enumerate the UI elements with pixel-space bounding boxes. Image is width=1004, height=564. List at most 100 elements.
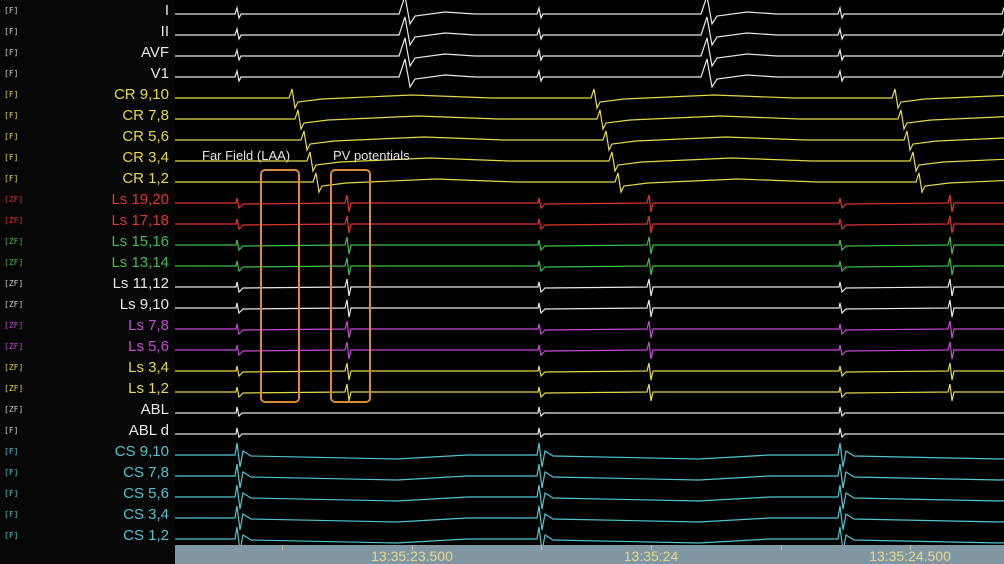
channel-row[interactable]: [F] CS 1,2	[0, 526, 175, 548]
far-field-annotation-box	[260, 169, 300, 403]
channel-filter-tag: [ZF]	[4, 300, 24, 309]
signal-trace	[175, 109, 1004, 131]
channel-row[interactable]: [ZF] Ls 17,18	[0, 211, 175, 233]
channel-filter-tag: [F]	[4, 174, 19, 183]
channel-row[interactable]: [F] I	[0, 1, 175, 23]
signal-trace	[175, 37, 1004, 68]
time-label-2: 13:35:24	[623, 548, 679, 564]
channel-filter-tag: [F]	[4, 111, 19, 120]
channel-filter-tag: [ZF]	[4, 279, 24, 288]
channel-label: AVF	[140, 44, 169, 61]
channel-label: Ls 15,16	[111, 233, 169, 250]
signal-trace	[175, 505, 1004, 531]
channel-row[interactable]: [ZF] Ls 1,2	[0, 379, 175, 401]
channel-row[interactable]: [F] CR 1,2	[0, 169, 175, 191]
signal-trace	[175, 484, 1004, 510]
channel-row[interactable]: [ZF] Ls 15,16	[0, 232, 175, 254]
channel-label: Ls 13,14	[111, 254, 169, 271]
channel-label: CS 9,10	[114, 443, 169, 460]
channel-label: I	[164, 2, 169, 19]
channel-row[interactable]: [F] CS 7,8	[0, 463, 175, 485]
channel-filter-tag: [ZF]	[4, 321, 24, 330]
far-field-annotation-label: Far Field (LAA)	[202, 148, 291, 163]
channel-label: Ls 11,12	[112, 275, 169, 292]
channel-row[interactable]: [F] AVF	[0, 43, 175, 65]
channel-label: CR 3,4	[122, 149, 169, 166]
pv-potentials-annotation-label: PV potentials	[333, 148, 410, 163]
channel-filter-tag: [F]	[4, 489, 19, 498]
channel-label: Ls 7,8	[128, 317, 169, 334]
channel-label: Ls 17,18	[111, 212, 169, 229]
signal-trace	[175, 427, 1004, 439]
channel-label: CS 7,8	[123, 464, 169, 481]
signal-trace	[175, 442, 1004, 468]
channel-row[interactable]: [ZF] ABL	[0, 400, 175, 422]
channel-filter-tag: [ZF]	[4, 237, 24, 246]
channel-filter-tag: [ZF]	[4, 342, 24, 351]
signal-plot-svg	[175, 0, 1004, 545]
signal-trace	[175, 16, 1004, 47]
channel-row[interactable]: [ZF] Ls 3,4	[0, 358, 175, 380]
channel-filter-tag: [F]	[4, 447, 19, 456]
channel-filter-tag: [F]	[4, 132, 19, 141]
time-tick	[282, 545, 283, 550]
signal-trace	[175, 151, 1004, 173]
channel-row[interactable]: [F] CS 5,6	[0, 484, 175, 506]
time-tick	[412, 545, 413, 550]
channel-label: Ls 1,2	[128, 380, 169, 397]
channel-filter-tag: [ZF]	[4, 216, 24, 225]
signal-trace	[175, 463, 1004, 489]
time-tick	[781, 545, 782, 550]
time-label-3: 13:35:24.500	[869, 548, 951, 564]
signal-trace	[175, 130, 1004, 152]
time-tick	[541, 545, 542, 550]
signal-plot-area[interactable]: Far Field (LAA) PV potentials	[175, 0, 1004, 545]
time-tick	[651, 545, 652, 550]
channel-row[interactable]: [ZF] Ls 11,12	[0, 274, 175, 296]
signal-trace	[175, 58, 1004, 89]
channel-label: Ls 9,10	[119, 296, 169, 313]
channel-row[interactable]: [F] CR 5,6	[0, 127, 175, 149]
channel-filter-tag: [F]	[4, 426, 19, 435]
channel-filter-tag: [F]	[4, 531, 19, 540]
channel-filter-tag: [F]	[4, 468, 19, 477]
channel-label: CR 5,6	[122, 128, 169, 145]
channel-filter-tag: [ZF]	[4, 405, 24, 414]
channel-row[interactable]: [ZF] Ls 5,6	[0, 337, 175, 359]
channel-row[interactable]: [F] V1	[0, 64, 175, 86]
channel-filter-tag: [ZF]	[4, 363, 24, 372]
channel-label: ABL	[140, 401, 169, 418]
channel-label: CR 1,2	[122, 170, 169, 187]
channel-row[interactable]: [F] CR 3,4	[0, 148, 175, 170]
channel-row[interactable]: [F] CR 9,10	[0, 85, 175, 107]
time-label-1: 13:35:23.500	[371, 548, 453, 564]
channel-label-sidebar: [F] I [F] II [F] AVF [F] V1 [F] CR 9,10 [F] CR 7,8[…	[0, 0, 175, 564]
channel-row[interactable]: [ZF] Ls 7,8	[0, 316, 175, 338]
channel-label: II	[160, 23, 169, 40]
channel-filter-tag: [F]	[4, 6, 19, 15]
channel-label: Ls 19,20	[111, 191, 169, 208]
channel-filter-tag: [F]	[4, 27, 19, 36]
channel-label: CR 9,10	[113, 86, 169, 103]
channel-row[interactable]: [ZF] Ls 13,14	[0, 253, 175, 275]
signal-trace	[175, 0, 1004, 26]
time-axis-bar: 13:35:23.500 13:35:24 13:35:24.500	[175, 545, 1004, 564]
channel-row[interactable]: [ZF] Ls 19,20	[0, 190, 175, 212]
signal-trace	[175, 526, 1004, 545]
channel-row[interactable]: [F] CS 9,10	[0, 442, 175, 464]
channel-row[interactable]: [F] CR 7,8	[0, 106, 175, 128]
signal-trace	[175, 406, 1004, 418]
channel-label: CR 7,8	[122, 107, 169, 124]
channel-filter-tag: [ZF]	[4, 195, 24, 204]
channel-row[interactable]: [ZF] Ls 9,10	[0, 295, 175, 317]
channel-label: ABL d	[128, 422, 169, 439]
channel-filter-tag: [F]	[4, 90, 19, 99]
channel-filter-tag: [ZF]	[4, 384, 24, 393]
time-tick	[910, 545, 911, 550]
channel-filter-tag: [F]	[4, 69, 19, 78]
signal-trace	[175, 88, 1004, 110]
channel-row[interactable]: [F] CS 3,4	[0, 505, 175, 527]
channel-row[interactable]: [F] II	[0, 22, 175, 44]
channel-row[interactable]: [F] ABL d	[0, 421, 175, 443]
channel-filter-tag: [ZF]	[4, 258, 24, 267]
